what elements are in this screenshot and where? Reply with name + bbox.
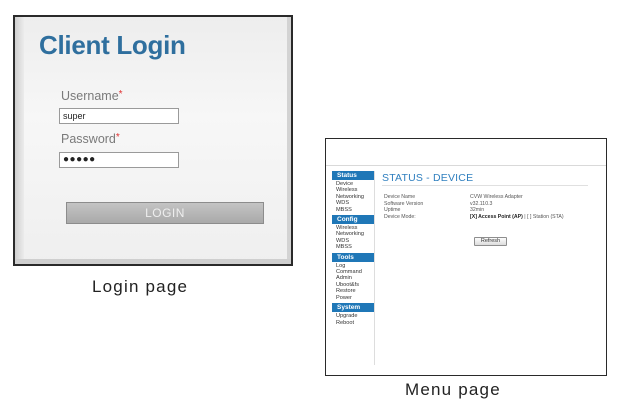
sidebar-item-status-mbss[interactable]: MBSS	[336, 207, 374, 213]
login-button[interactable]: LOGIN	[66, 202, 264, 224]
username-label-text: Username	[61, 89, 119, 103]
sidebar-item-config-mbss[interactable]: MBSS	[336, 244, 374, 250]
password-label: Password*	[61, 132, 120, 146]
info-key: Software Version	[384, 200, 424, 207]
sidebar-tools-items: Log Command Admin Uboot&fs Restore Power	[336, 263, 374, 301]
sidebar-config-items: Wireless Networking WDS MBSS	[336, 225, 374, 251]
password-required-marker: *	[115, 132, 120, 143]
sidebar-section-tools[interactable]: Tools	[332, 252, 374, 262]
info-value: CVW Wireless Adapter	[470, 194, 523, 200]
sidebar-section-status[interactable]: Status	[332, 171, 374, 180]
sidebar-status-items: Device Wireless Networking WDS MBSS	[336, 181, 374, 213]
login-page-screenshot: Client Login Username* super Password* ●…	[13, 15, 293, 266]
device-mode-sta-option[interactable]: | [ ] Station (STA)	[523, 214, 563, 220]
info-key: Uptime	[384, 207, 401, 214]
login-title: Client Login	[39, 30, 186, 60]
device-mode-label: Device Mode:	[384, 213, 416, 220]
device-mode-options: [X] Access Point (AP) | [ ] Station (STA…	[470, 214, 564, 220]
menu-page-screenshot: Status Device Wireless Networking WDS MB…	[325, 138, 607, 376]
sidebar-item-system-reboot[interactable]: Reboot	[336, 320, 374, 326]
title-divider	[382, 185, 588, 186]
sidebar-system-items: Upgrade Reboot	[336, 313, 374, 326]
bottom-shade	[15, 259, 291, 264]
password-label-text: Password	[61, 132, 116, 146]
refresh-button[interactable]: Refresh	[474, 237, 507, 246]
top-strip	[326, 139, 606, 166]
page-title: STATUS - DEVICE	[382, 172, 474, 184]
info-row-uptime: Uptime 32min	[384, 207, 564, 214]
device-mode-ap-option[interactable]: [X] Access Point (AP)	[470, 214, 523, 220]
device-info-table: Device Name CVW Wireless Adapter Software…	[384, 194, 564, 220]
info-value: v32.110.3	[470, 200, 493, 207]
info-key: Device Name	[384, 194, 416, 200]
sidebar-menu: Status Device Wireless Networking WDS MB…	[332, 171, 375, 365]
left-shade	[15, 17, 24, 264]
menu-page-caption: Menu page	[405, 380, 501, 399]
sidebar-section-system[interactable]: System	[332, 303, 374, 313]
info-row-device-mode: Device Mode: [X] Access Point (AP) | [ ] …	[384, 214, 564, 221]
password-input[interactable]: ●●●●●	[59, 152, 179, 168]
sidebar-section-config[interactable]: Config	[332, 215, 374, 225]
info-row-device-name: Device Name CVW Wireless Adapter	[384, 194, 564, 201]
username-label: Username*	[61, 89, 123, 103]
login-page-caption: Login page	[92, 277, 189, 296]
info-value: 32min	[470, 207, 485, 214]
right-shade	[287, 17, 291, 264]
sidebar-item-tools-power[interactable]: Power	[336, 295, 374, 301]
username-required-marker: *	[118, 89, 123, 100]
username-input[interactable]: super	[59, 108, 179, 124]
info-row-software-version: Software Version v32.110.3	[384, 201, 564, 208]
